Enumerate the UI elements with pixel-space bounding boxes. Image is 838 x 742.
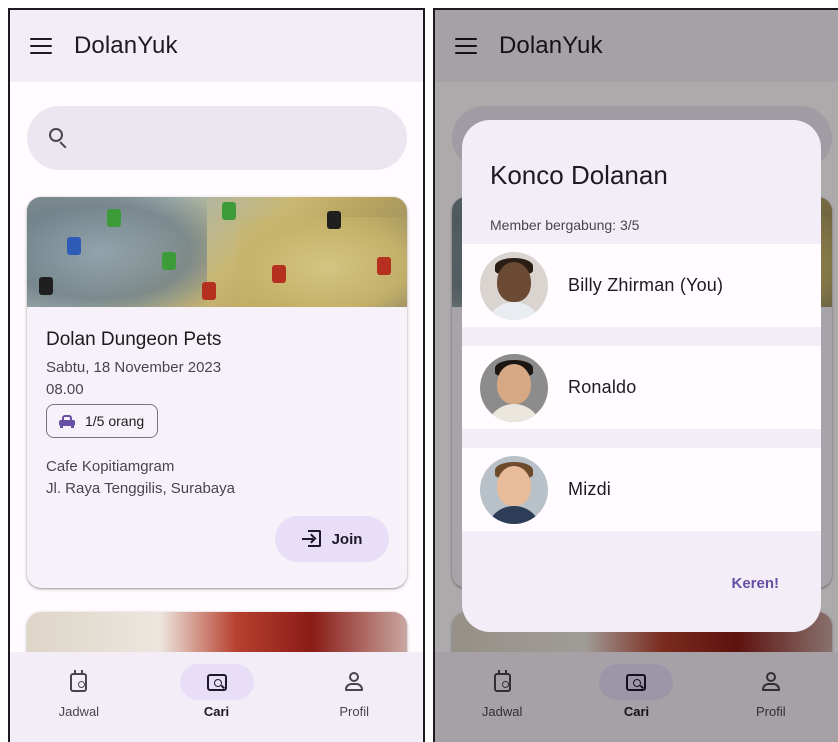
member-item: Billy Zhirman (You) (462, 244, 821, 327)
event-time: 08.00 (46, 381, 84, 398)
event-date: Sabtu, 18 November 2023 (46, 359, 222, 376)
capacity-label: 1/5 orang (85, 413, 145, 429)
members-dialog-screen: DolanYuk Jadwal Cari Profil Konco Dolana… (433, 8, 838, 742)
nav-item-cari[interactable]: Cari (148, 652, 286, 742)
event-image (27, 197, 407, 307)
nav-label: Profil (339, 704, 369, 719)
event-title: Dolan Dungeon Pets (46, 329, 222, 350)
event-venue: Cafe Kopitiamgram (46, 458, 175, 475)
nav-label: Jadwal (58, 704, 100, 719)
screenshot-pair: DolanYuk Dolan Dungeon Pets Sabtu, 18 No… (0, 0, 838, 742)
menu-icon[interactable] (30, 38, 52, 54)
member-name: Ronaldo (568, 377, 637, 397)
search-icon (49, 128, 69, 149)
event-card[interactable]: Dolan Dungeon Pets Sabtu, 18 November 20… (27, 197, 407, 588)
member-name: Billy Zhirman (You) (568, 275, 724, 295)
dialog-confirm-button[interactable]: Keren! (731, 575, 779, 592)
calendar-icon (70, 669, 88, 692)
join-button[interactable]: Join (275, 516, 389, 562)
app-title: DolanYuk (74, 32, 178, 59)
avatar (480, 455, 548, 524)
nav-label: Cari (203, 704, 230, 719)
avatar (480, 251, 548, 320)
search-bar[interactable] (27, 106, 407, 170)
capacity-chip: 1/5 orang (46, 404, 159, 438)
join-label: Join (331, 530, 363, 548)
car-icon (59, 414, 75, 428)
event-address: Jl. Raya Tenggilis, Surabaya (46, 480, 235, 497)
nav-item-profil[interactable]: Profil (285, 652, 423, 742)
dialog-title: Konco Dolanan (490, 160, 668, 190)
members-dialog: Konco Dolanan Member bergabung: 3/5 Bill… (462, 120, 821, 632)
member-item: Ronaldo (462, 346, 821, 429)
nav-item-jadwal[interactable]: Jadwal (10, 652, 148, 742)
top-app-bar: DolanYuk (10, 10, 423, 82)
avatar (480, 353, 548, 422)
person-icon (345, 672, 364, 692)
dialog-subtitle: Member bergabung: 3/5 (490, 217, 640, 233)
search-chat-icon (206, 673, 227, 691)
bottom-navigation: Jadwal Cari Profil (10, 652, 423, 742)
search-screen: DolanYuk Dolan Dungeon Pets Sabtu, 18 No… (8, 8, 425, 742)
member-item: Mizdi (462, 448, 821, 531)
login-icon (301, 529, 322, 549)
member-name: Mizdi (568, 479, 612, 499)
